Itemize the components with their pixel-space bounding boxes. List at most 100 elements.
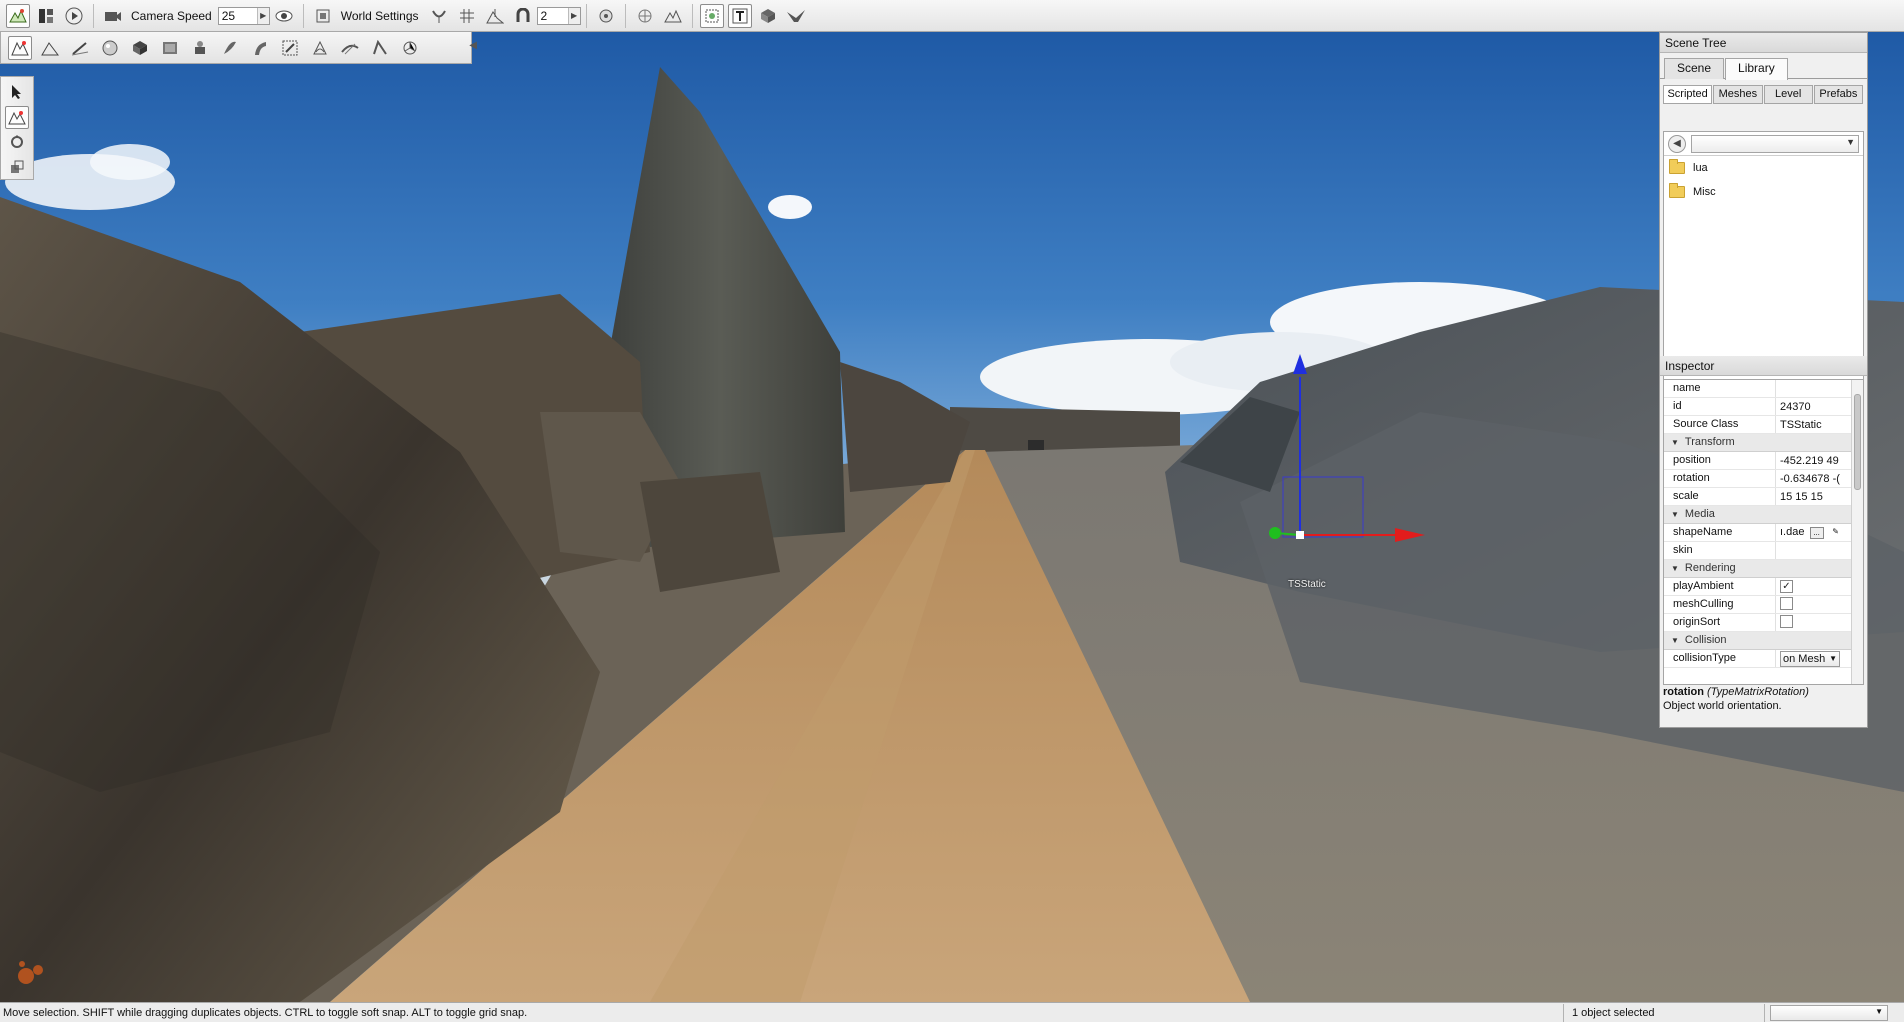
layout-icon[interactable] [34,4,58,28]
decal-icon[interactable] [338,36,362,60]
magnet-icon[interactable] [511,4,535,28]
camera-speed-arrow-icon[interactable]: ▶ [256,7,269,24]
grid-size-arrow-icon[interactable]: ▶ [567,7,580,24]
sketch-icon[interactable] [128,36,152,60]
grid-size-input[interactable]: 2 ▶ [536,6,581,25]
terrain-editor-icon[interactable] [38,36,62,60]
tab-scene[interactable]: Scene [1664,58,1725,79]
subtab-prefabs[interactable]: Prefabs [1813,85,1863,104]
edit-shape-icon[interactable]: ✎ [1829,527,1843,539]
description-text: Object world orientation. [1663,700,1782,712]
rotate-icon[interactable] [5,131,29,154]
folder-misc[interactable]: Misc [1664,180,1863,204]
material-editor-icon[interactable] [98,36,122,60]
select-icon[interactable] [594,4,618,28]
field-value[interactable]: ı.dae ... ✎ [1776,526,1863,539]
field-rotation[interactable]: rotation -0.634678 -( [1664,470,1863,488]
field-label: meshCulling [1664,596,1776,613]
field-origin-sort[interactable]: originSort [1664,614,1863,632]
shape-icon[interactable] [398,36,422,60]
field-position[interactable]: position -452.219 49 [1664,452,1863,470]
arrow-select-icon[interactable] [5,81,29,104]
object-icon[interactable] [756,4,780,28]
collapse-triangle-icon: ▼ [1671,564,1679,573]
road-icon[interactable] [248,36,272,60]
play-ambient-checkbox[interactable]: ✓ [1780,580,1793,593]
play-icon[interactable] [62,4,86,28]
bird-icon[interactable] [784,4,808,28]
back-arrow-icon[interactable]: ◀ [1668,134,1686,153]
subtab-level[interactable]: Level [1763,85,1813,104]
tab-library[interactable]: Library [1725,58,1788,80]
terrain-snap-icon[interactable] [483,4,507,28]
library-subtabs: Scripted Meshes Level Prefabs [1660,79,1867,104]
origin-sort-checkbox[interactable] [1780,614,1793,628]
field-value[interactable]: -452.219 49 [1776,455,1863,467]
field-value[interactable]: -0.634678 -( [1776,473,1863,485]
field-label: rotation [1664,470,1776,487]
frame-icon[interactable] [311,4,335,28]
river-icon[interactable] [308,36,332,60]
status-dropdown[interactable]: ▼ [1770,1004,1888,1021]
mesh-road-icon[interactable] [278,36,302,60]
field-play-ambient[interactable]: playAmbient ✓ [1664,578,1863,596]
snap-icon[interactable] [427,4,451,28]
scene-tree-tabs: Scene Library [1660,53,1867,80]
visibility-icon[interactable] [272,4,296,28]
field-mesh-culling[interactable]: meshCulling [1664,596,1863,614]
field-collision-type[interactable]: collisionType on Mesh ▼ [1664,650,1863,668]
inspector-title: Inspector [1660,356,1867,376]
collapse-triangle-icon: ▼ [1671,636,1679,645]
terrain-icon[interactable] [661,4,685,28]
datablock-icon[interactable] [158,36,182,60]
camera-icon[interactable] [101,4,125,28]
scene-viewport[interactable]: TSStatic [0,32,1904,1002]
field-value[interactable]: 15 15 15 [1776,491,1863,503]
navmesh-icon[interactable] [368,36,392,60]
world-editor-icon[interactable] [6,3,30,28]
field-skin[interactable]: skin [1664,542,1863,560]
subtab-meshes[interactable]: Meshes [1713,85,1763,104]
globe-icon[interactable] [633,4,657,28]
gizmo-z-arrow [1293,354,1307,374]
browse-button[interactable]: ... [1809,526,1824,539]
toolbar-divider [691,3,693,28]
description-field-type: (TypeMatrixRotation) [1707,686,1809,698]
collapse-triangle-icon: ▼ [1671,510,1679,519]
camera-speed-input[interactable]: 25 ▶ [217,6,270,25]
field-label: originSort [1664,614,1776,631]
collision-type-select[interactable]: on Mesh ▼ [1780,650,1840,667]
field-scale[interactable]: scale 15 15 15 [1664,488,1863,506]
camera-speed-label: Camera Speed [131,8,212,23]
group-transform[interactable]: ▼ Transform [1664,434,1863,452]
grid-icon[interactable] [455,4,479,28]
zoom-fit-icon[interactable] [699,3,724,28]
subtab-scripted[interactable]: Scripted [1663,85,1713,104]
group-collision[interactable]: ▼ Collision [1664,632,1863,650]
folder-lua[interactable]: lua [1664,156,1863,180]
mesh-culling-checkbox[interactable] [1780,596,1793,610]
scrollbar-thumb[interactable] [1854,394,1861,490]
world-settings-button[interactable]: World Settings [341,9,419,23]
group-media[interactable]: ▼ Media [1664,506,1863,524]
forest-icon[interactable] [218,36,242,60]
inspector-scrollbar[interactable] [1851,380,1863,684]
field-source-class: Source Class TSStatic [1664,416,1863,434]
field-shape-name[interactable]: shapeName ı.dae ... ✎ [1664,524,1863,542]
chevron-down-icon: ▼ [1875,1006,1883,1016]
particle-icon[interactable] [188,36,212,60]
transform-gizmo[interactable] [0,32,1904,1002]
library-path-dropdown[interactable]: ▼ [1691,134,1859,153]
move-icon[interactable] [5,105,29,129]
terrain-painter-icon[interactable] [68,36,92,60]
field-label: position [1664,452,1776,469]
text-icon[interactable] [727,3,752,28]
toolbar-divider [624,3,626,28]
folder-icon [1669,159,1685,174]
scale-icon[interactable] [5,155,29,178]
object-editor-icon[interactable] [8,35,32,60]
shape-name-value[interactable]: ı.dae [1780,526,1804,538]
collapse-toolbar-icon[interactable]: ◀ [469,40,477,51]
field-name[interactable]: name [1664,380,1863,398]
group-rendering[interactable]: ▼ Rendering [1664,560,1863,578]
